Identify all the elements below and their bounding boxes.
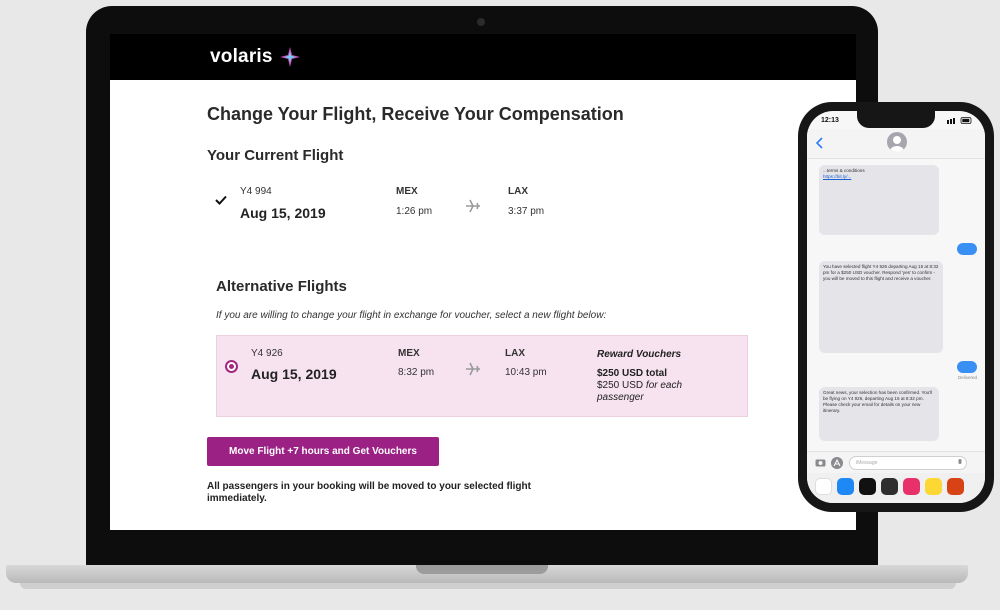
- compose-bar: iMessage: [807, 451, 985, 473]
- alt-origin: MEX: [398, 348, 420, 359]
- laptop-shadow: [20, 583, 956, 589]
- imessage-app-strip: [807, 473, 985, 503]
- current-flight-title: Your Current Flight: [207, 147, 344, 164]
- alt-flight-date: Aug 15, 2019: [251, 366, 337, 382]
- alt-destination: LAX: [505, 348, 525, 359]
- app-store-app-icon[interactable]: [837, 478, 854, 495]
- games-app-icon[interactable]: [947, 478, 964, 495]
- current-origin: MEX: [396, 186, 418, 197]
- checkmark-icon: [215, 195, 227, 205]
- page-title: Change Your Flight, Receive Your Compens…: [207, 104, 624, 124]
- music-app-icon[interactable]: [903, 478, 920, 495]
- microphone-icon[interactable]: [957, 459, 963, 467]
- current-arrive-time: 3:37 pm: [508, 206, 545, 217]
- phone-frame: 12:13 ...terms & conditions https://bit.…: [798, 102, 994, 512]
- status-time: 12:13: [821, 117, 839, 124]
- battery-icon: [947, 117, 972, 124]
- alt-arrive-time: 10:43 pm: [505, 367, 547, 378]
- camera-icon[interactable]: [815, 458, 826, 467]
- sparkle-icon: [279, 47, 300, 67]
- back-chevron-icon[interactable]: [815, 137, 823, 149]
- alternative-flights-title: Alternative Flights: [216, 278, 347, 295]
- flight-radio-button[interactable]: [225, 360, 238, 373]
- imessage-input[interactable]: iMessage: [849, 456, 967, 470]
- brand-header: volaris: [110, 34, 856, 80]
- app-store-icon[interactable]: [831, 457, 843, 469]
- current-flight-number: Y4 994: [240, 186, 272, 197]
- message-header: [807, 129, 985, 159]
- outgoing-message: [957, 361, 977, 373]
- current-destination: LAX: [508, 186, 528, 197]
- current-depart-time: 1:26 pm: [396, 206, 433, 217]
- apple-pay-icon[interactable]: [859, 478, 876, 495]
- reward-title: Reward Vouchers: [597, 349, 682, 360]
- memoji-app-icon[interactable]: [881, 478, 898, 495]
- alternative-instructions: If you are willing to change your flight…: [216, 310, 607, 321]
- photos-app-icon[interactable]: [815, 478, 832, 495]
- reward-per-passenger: $250 USD for each passenger: [597, 380, 707, 404]
- outgoing-message: [957, 243, 977, 255]
- incoming-message: Great news, your selection has been conf…: [819, 387, 939, 441]
- plane-icon: [466, 362, 480, 376]
- current-flight-date: Aug 15, 2019: [240, 205, 326, 221]
- alt-depart-time: 8:32 pm: [398, 367, 435, 378]
- avatar[interactable]: [887, 132, 907, 152]
- booking-footnote: All passengers in your booking will be m…: [207, 481, 531, 504]
- move-flight-button[interactable]: Move Flight +7 hours and Get Vouchers: [207, 437, 439, 466]
- message-text: ...terms & conditions: [823, 168, 865, 173]
- web-page: Change Your Flight, Receive Your Compens…: [110, 80, 856, 530]
- laptop-opening-notch: [416, 565, 548, 574]
- incoming-message: You have selected flight Y4 926 departin…: [819, 261, 943, 353]
- incoming-message: ...terms & conditions https://bit.ly/...: [819, 165, 939, 235]
- alternative-flight-option[interactable]: Y4 926 Aug 15, 2019 MEX 8:32 pm LAX 10:4…: [216, 335, 748, 417]
- message-link[interactable]: https://bit.ly/...: [823, 174, 851, 179]
- sticker-app-icon[interactable]: [925, 478, 942, 495]
- plane-icon: [466, 199, 480, 213]
- laptop-camera: [477, 18, 485, 26]
- brand-logo: volaris: [210, 46, 273, 67]
- alt-flight-number: Y4 926: [251, 348, 283, 359]
- phone-notch: [857, 111, 935, 128]
- reward-total: $250 USD total: [597, 368, 668, 379]
- phone-screen: 12:13 ...terms & conditions https://bit.…: [807, 111, 985, 503]
- delivered-status: Delivered: [957, 375, 977, 380]
- reward-each-amount: $250 USD: [597, 380, 644, 391]
